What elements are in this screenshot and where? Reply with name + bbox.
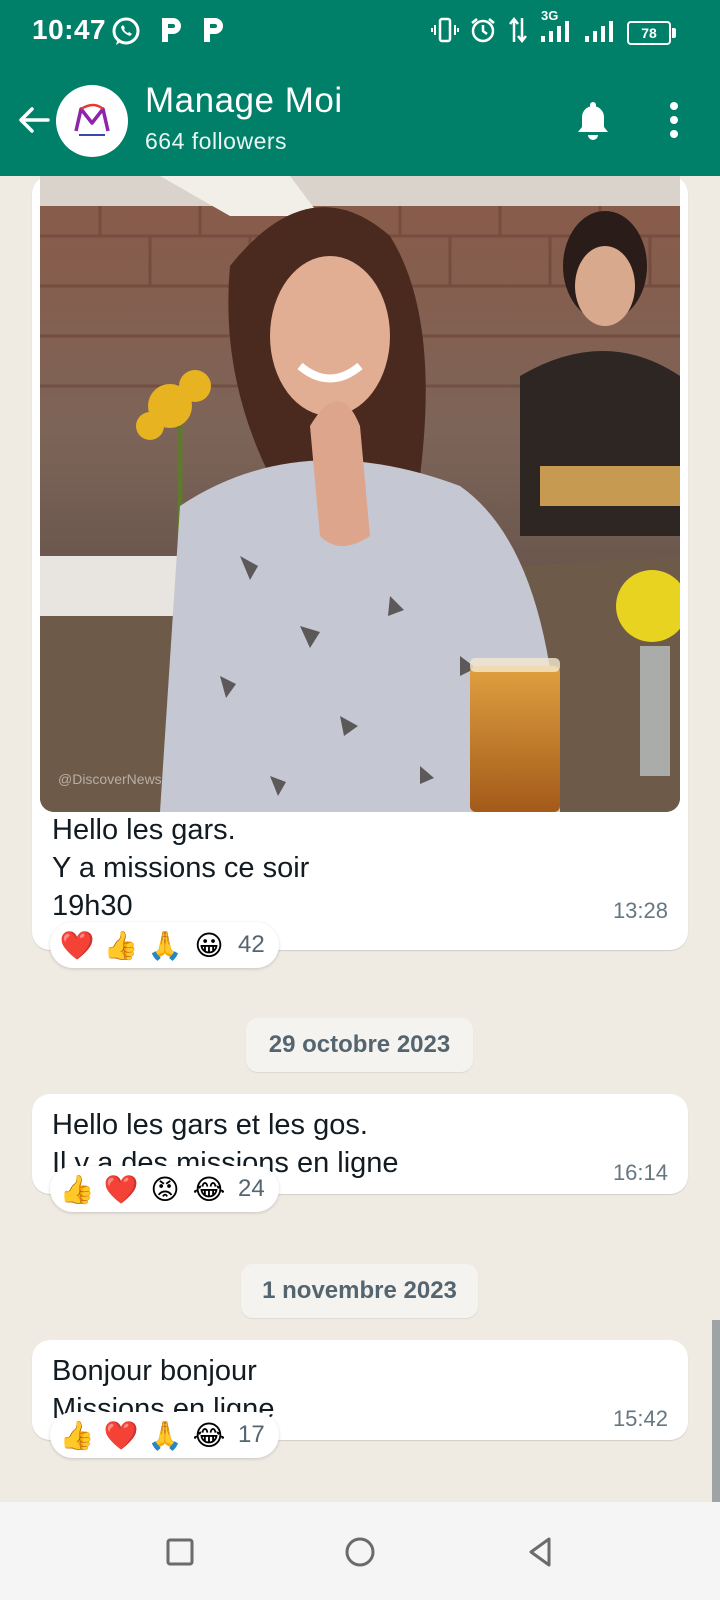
laughing-reaction: 😂 [192, 1173, 226, 1205]
reaction-count: 42 [238, 931, 265, 958]
signal-icon [583, 16, 617, 49]
system-nav-bar [0, 1502, 720, 1600]
more-vert-icon[interactable] [664, 100, 684, 140]
message-timestamp: 16:14 [612, 1160, 668, 1185]
status-time: 10:47 [32, 14, 107, 45]
thumbs-up-reaction: 👍 [103, 929, 139, 961]
recents-square-icon[interactable] [158, 1530, 202, 1574]
p-app-icon [200, 14, 226, 51]
reactions-bar[interactable]: ❤️ 👍 🙏 😀 42 [50, 922, 279, 968]
channel-header: Manage Moi 664 followers [0, 66, 720, 176]
status-bar: 10:47 3G 78 [0, 0, 720, 66]
back-arrow-icon[interactable] [14, 100, 54, 140]
date-divider: 29 octobre 2023 [246, 1018, 473, 1072]
heart-reaction: ❤️ [103, 1173, 139, 1205]
reaction-count: 17 [238, 1421, 265, 1448]
pray-reaction: 🙏 [147, 929, 183, 961]
home-circle-icon[interactable] [338, 1530, 382, 1574]
channel-name[interactable]: Manage Moi [145, 81, 343, 121]
date-divider: 1 novembre 2023 [241, 1264, 478, 1318]
vibrate-icon [431, 16, 459, 49]
channel-logo [74, 103, 110, 136]
laughing-reaction: 😂 [192, 1419, 226, 1451]
angry-reaction: 😡 [150, 1173, 180, 1205]
chat-scrollbar[interactable] [712, 1320, 720, 1502]
battery-icon: 78 [627, 20, 676, 45]
follower-count: 664 followers [145, 128, 288, 154]
message-timestamp: 13:28 [612, 898, 668, 923]
gif-media[interactable]: @DiscoverNews [40, 176, 680, 812]
bell-icon[interactable] [573, 98, 613, 142]
heart-reaction: ❤️ [59, 929, 95, 961]
grin-reaction: 😀 [194, 929, 224, 961]
thumbs-up-reaction: 👍 [59, 1173, 95, 1205]
reactions-bar[interactable]: 👍 ❤️ 🙏 😂 17 [50, 1412, 279, 1458]
signal-3g-icon: 3G [539, 8, 573, 49]
reactions-bar[interactable]: 👍 ❤️ 😡 😂 24 [50, 1166, 279, 1212]
heart-reaction: ❤️ [103, 1419, 139, 1451]
gif-image: @DiscoverNews [40, 176, 680, 812]
message-text: Hello les gars. Y a missions ce soir 19h… [52, 814, 310, 922]
data-arrows-icon [507, 16, 529, 49]
back-triangle-icon[interactable] [518, 1530, 562, 1574]
thumbs-up-reaction: 👍 [59, 1419, 95, 1451]
top-bar: 10:47 3G 78 Manage Moi 664 followers [0, 0, 720, 176]
alarm-icon [469, 16, 497, 49]
battery-level: 78 [627, 20, 671, 45]
svg-text:@DiscoverNews: @DiscoverNews [58, 771, 162, 787]
p-app-icon [158, 14, 184, 51]
reaction-count: 24 [238, 1175, 265, 1202]
message-timestamp: 15:42 [612, 1406, 668, 1431]
message-bubble[interactable]: @DiscoverNews Hello les gars. Y a missio… [32, 176, 688, 950]
channel-avatar[interactable] [56, 85, 128, 157]
pray-reaction: 🙏 [147, 1419, 183, 1451]
whatsapp-icon [110, 16, 142, 53]
network-type-label: 3G [541, 8, 559, 23]
chat-area[interactable]: @DiscoverNews Hello les gars. Y a missio… [0, 176, 720, 1502]
